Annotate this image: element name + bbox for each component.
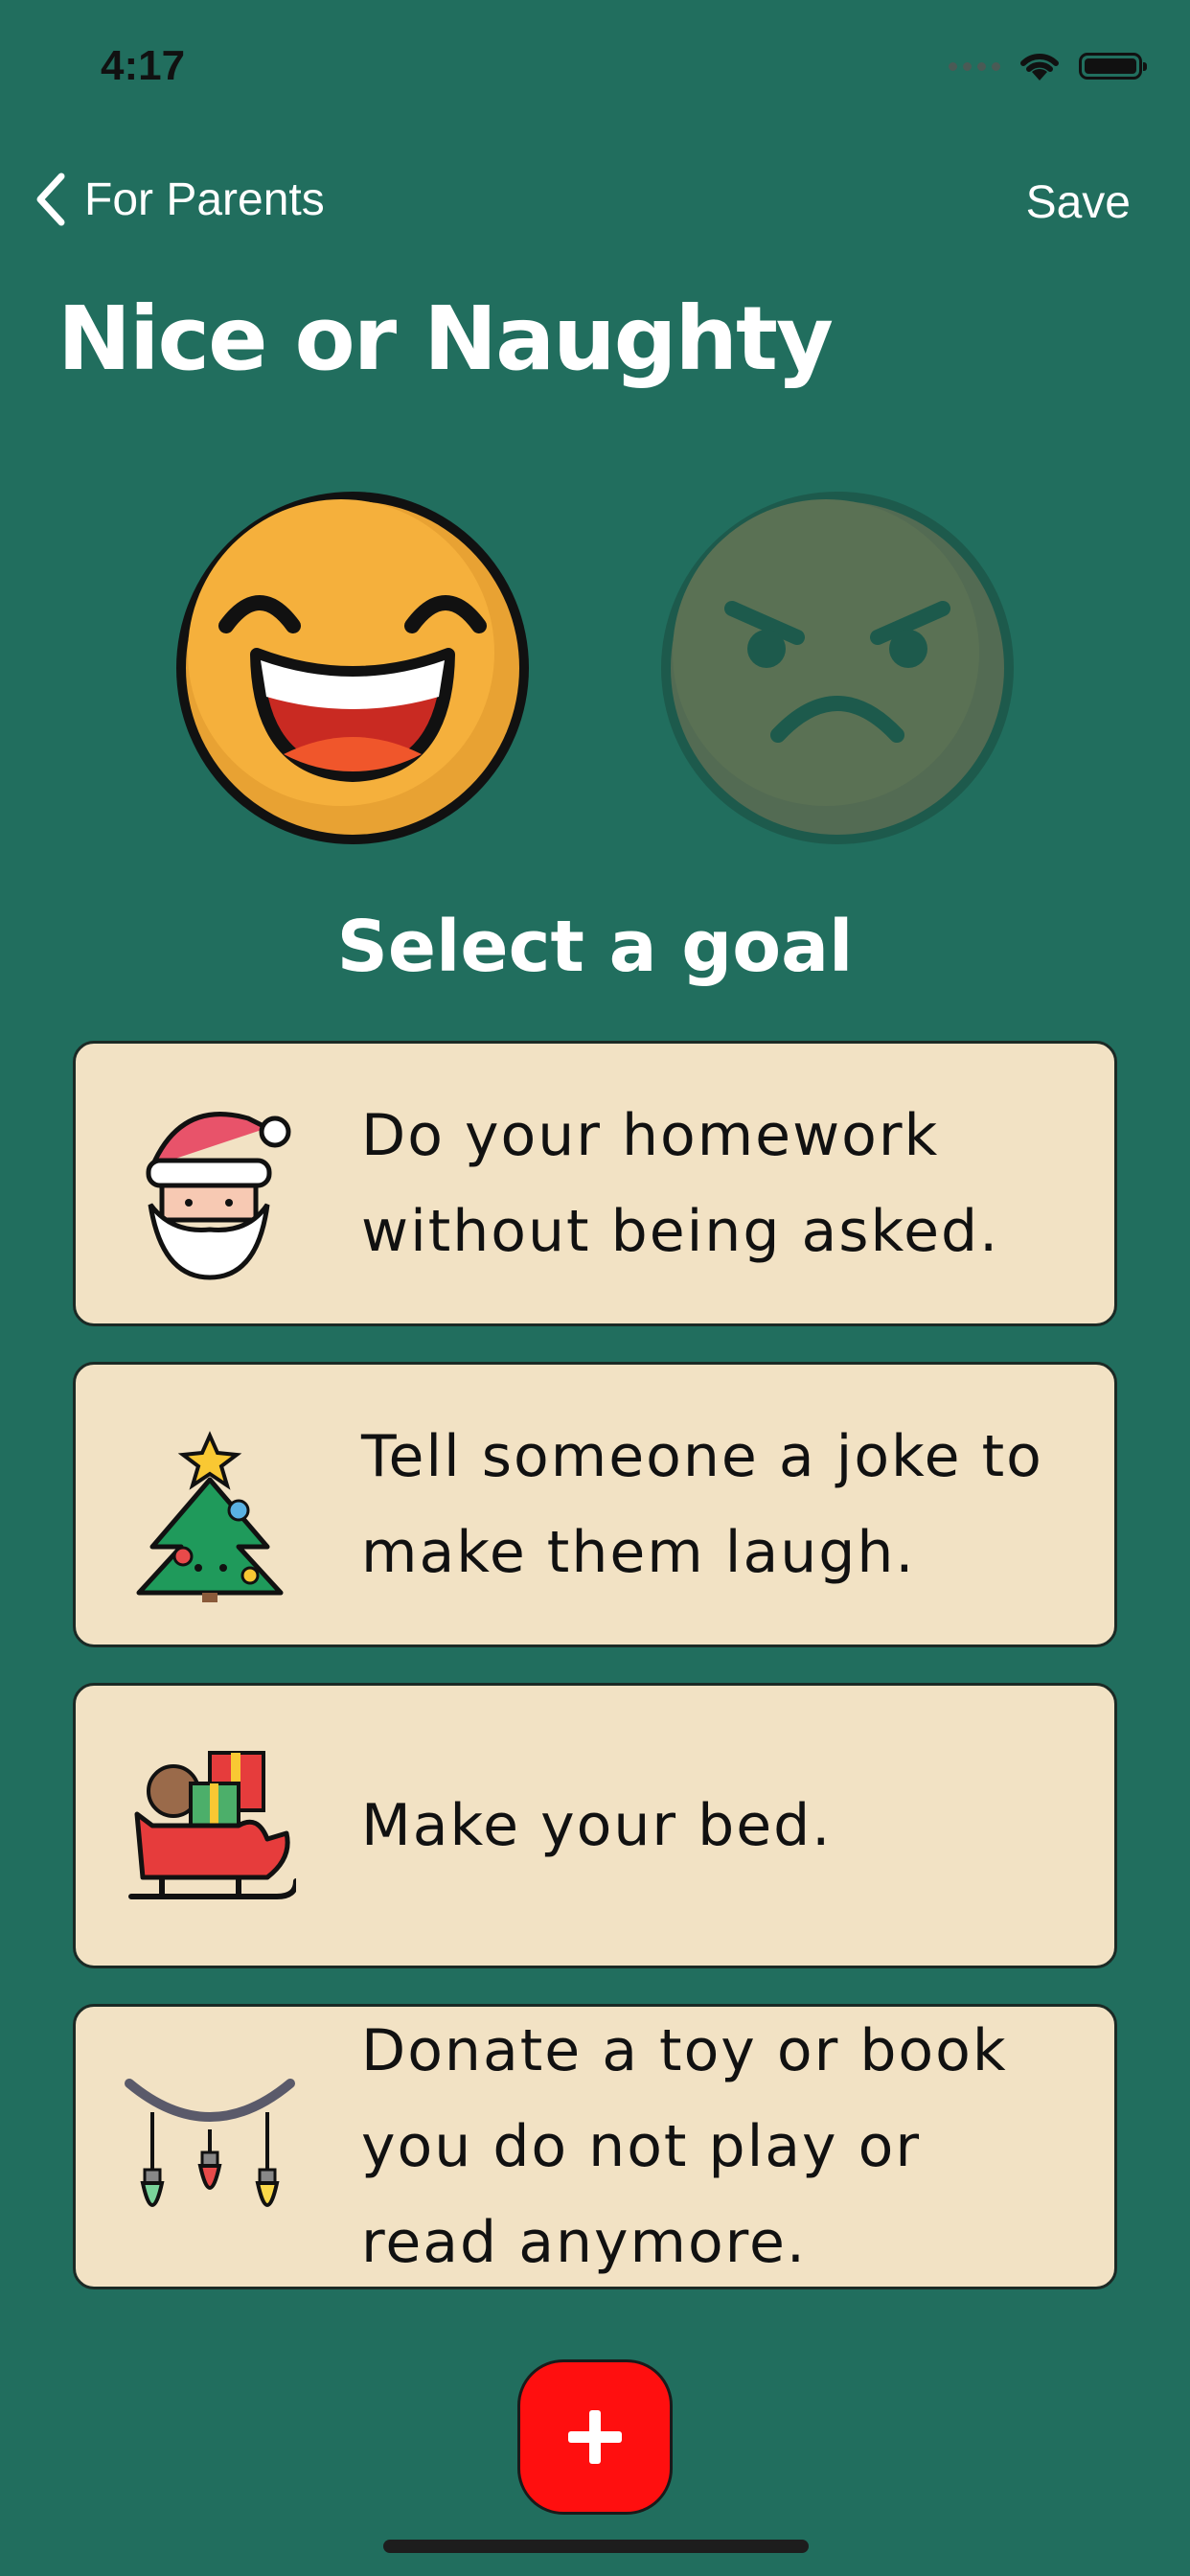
christmas-lights-icon [125, 2079, 295, 2207]
goal-text: Make your bed. [361, 1792, 833, 1859]
goal-card[interactable]: Tell someone a joke to make them laugh. [73, 1362, 1117, 1647]
back-button-label: For Parents [84, 173, 325, 225]
nice-face-icon[interactable] [169, 484, 537, 852]
back-button[interactable]: For Parents [34, 172, 325, 226]
section-title: Select a goal [336, 906, 854, 988]
status-icons [949, 50, 1147, 82]
home-indicator[interactable] [383, 2540, 809, 2553]
sleigh-icon [128, 1751, 296, 1899]
goal-card[interactable]: Do your homework without being asked. [73, 1041, 1117, 1326]
goal-card[interactable]: Donate a toy or book you do not play or … [73, 2004, 1117, 2289]
christmas-tree-icon [136, 1431, 284, 1602]
goal-card[interactable]: Make your bed. [73, 1683, 1117, 1968]
goal-text: Donate a toy or book you do not play or … [361, 2017, 1008, 2276]
save-button[interactable]: Save [1026, 176, 1131, 229]
santa-icon [146, 1112, 291, 1280]
chevron-left-icon [36, 172, 65, 226]
status-time: 4:17 [101, 42, 186, 89]
wifi-icon [1020, 53, 1059, 80]
goal-text: Do your homework without being asked. [361, 1102, 1000, 1265]
battery-icon [1079, 53, 1147, 80]
plus-icon [568, 2410, 622, 2464]
goal-text: Tell someone a joke to make them laugh. [361, 1423, 1043, 1586]
nice-or-naughty-screen: 4:17 For Parents Save Nice or Naughty Se… [0, 0, 1190, 2576]
naughty-face-icon[interactable] [653, 484, 1021, 852]
page-title: Nice or Naughty [57, 288, 834, 390]
cellular-signal-icon [949, 61, 1000, 71]
add-goal-button[interactable] [517, 2359, 673, 2515]
